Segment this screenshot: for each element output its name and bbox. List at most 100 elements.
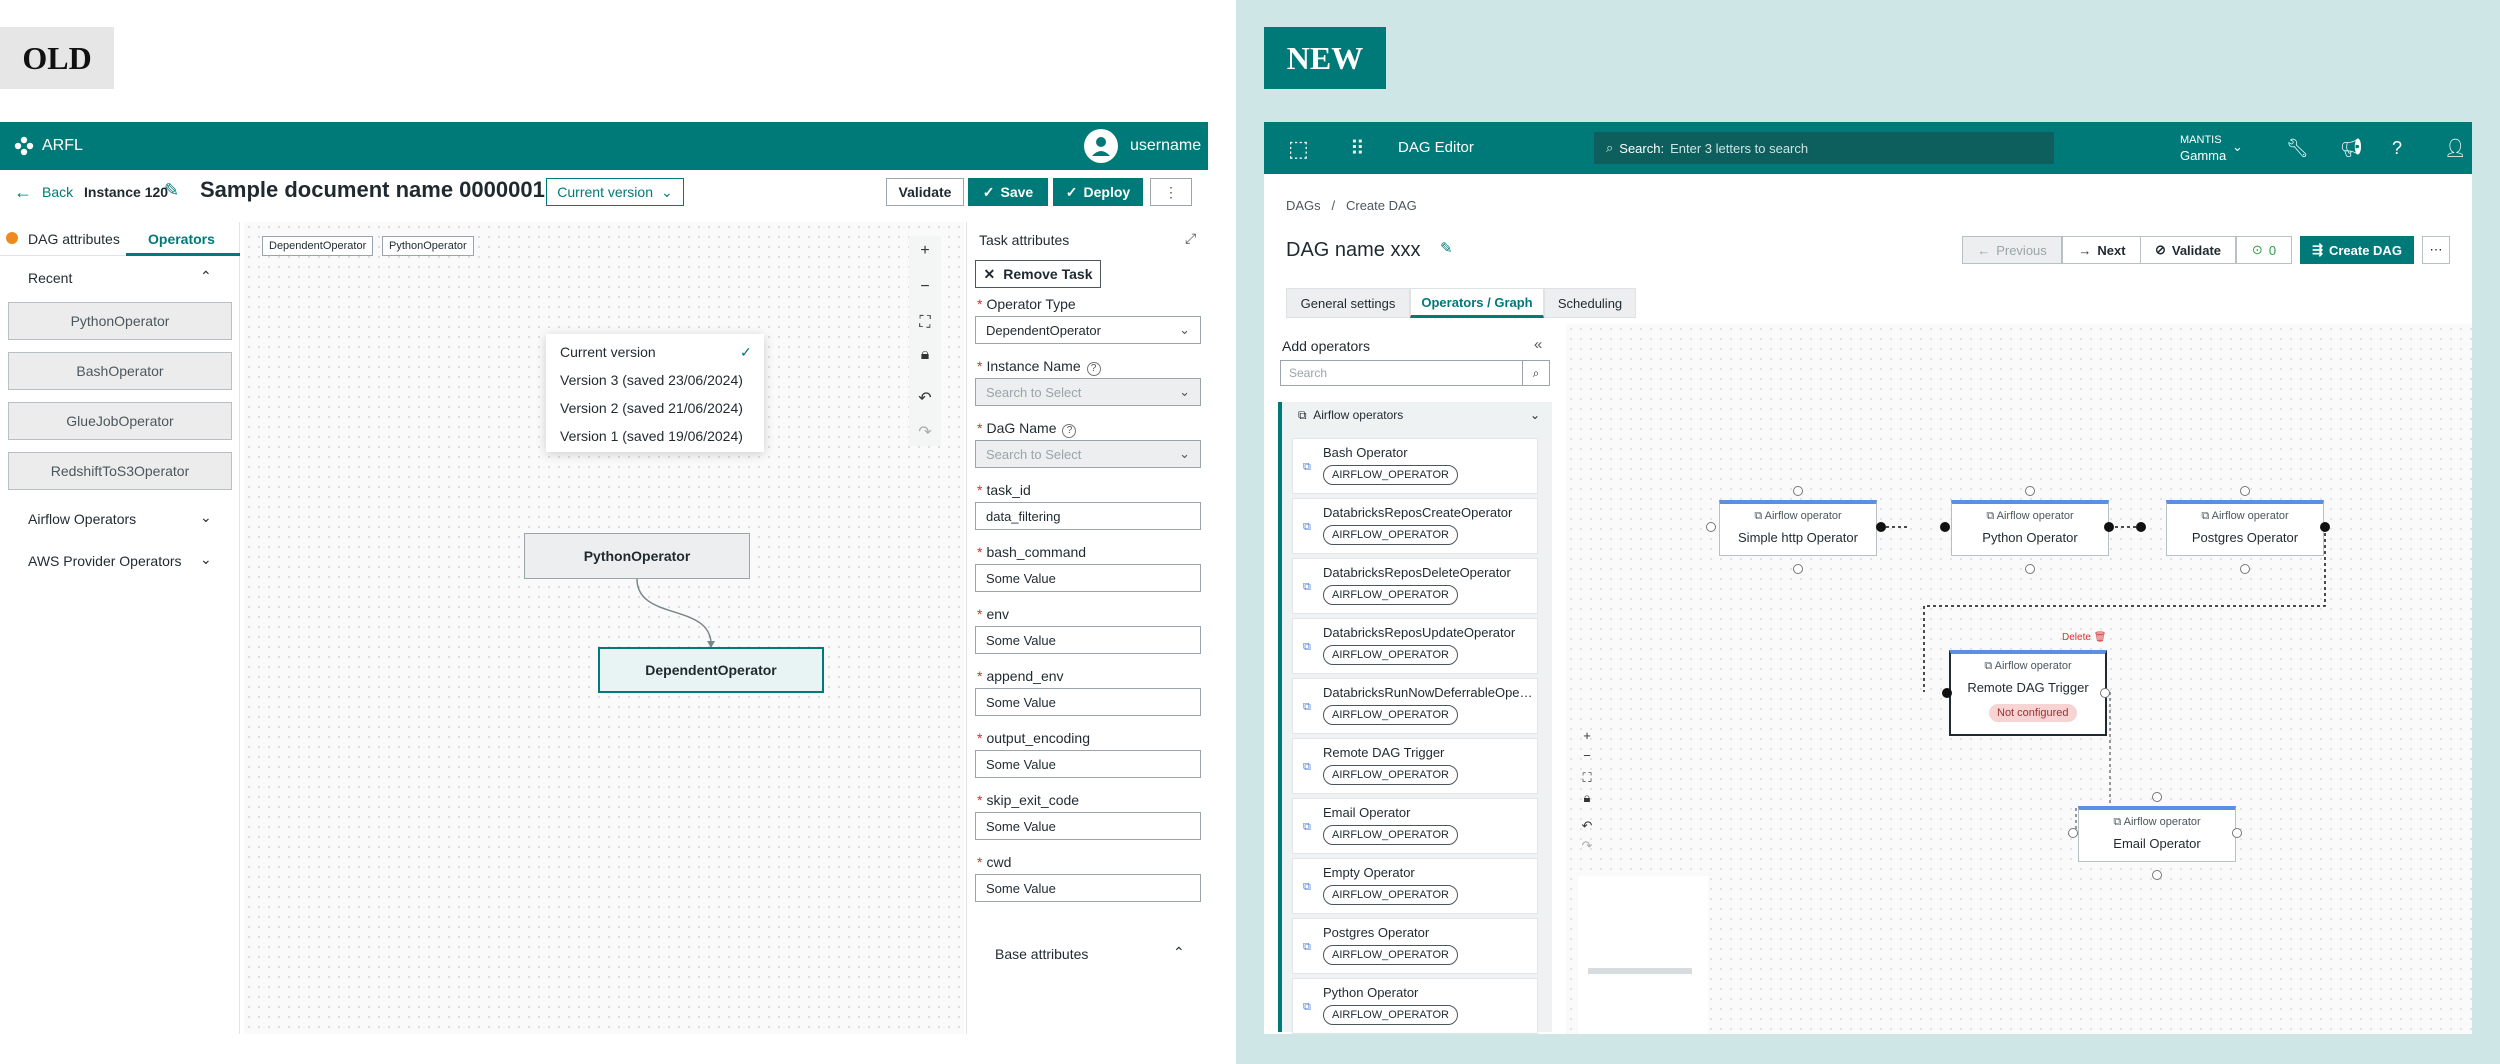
help-icon[interactable]: ? [2392, 138, 2402, 159]
dag-name-select[interactable]: Search to Select ⌄ [975, 440, 1201, 468]
chevron-down-icon[interactable]: ⌄ [200, 509, 212, 526]
aws-provider-operators-group[interactable]: AWS Provider Operators [28, 553, 182, 569]
node-handle[interactable] [2104, 522, 2114, 532]
tab-scheduling[interactable]: Scheduling [1544, 288, 1636, 318]
chevron-down-icon[interactable]: ⌄ [2232, 139, 2243, 155]
search-button[interactable]: ⌕ [1522, 360, 1550, 386]
append-env-input[interactable]: Some Value [975, 688, 1201, 716]
validate-button[interactable]: ⊘ Validate [2140, 236, 2236, 264]
username-label[interactable]: username [1130, 137, 1201, 155]
graph-node[interactable]: ⧉ Airflow operator Python Operator [1951, 500, 2109, 556]
node-handle[interactable] [1940, 522, 1950, 532]
tab-general-settings[interactable]: General settings [1286, 288, 1410, 318]
node-handle[interactable] [2100, 688, 2110, 698]
chevron-down-icon[interactable]: ⌄ [200, 551, 212, 568]
node-handle[interactable] [1706, 522, 1716, 532]
deploy-button[interactable]: ✓ Deploy [1053, 178, 1143, 206]
previous-button[interactable]: ← Previous [1962, 236, 2062, 264]
version-option[interactable]: Version 1 (saved 19/06/2024) [560, 428, 743, 444]
create-dag-button[interactable]: ⇶ Create DAG [2300, 236, 2414, 264]
operator-card[interactable]: ⧉ DatabricksReposCreateOperator AIRFLOW_OP… [1292, 498, 1538, 554]
version-option[interactable]: Version 3 (saved 23/06/2024) [560, 372, 743, 388]
operator-card[interactable]: ⧉ Postgres Operator AIRFLOW_OPERATOR [1292, 918, 1538, 974]
version-option[interactable]: Version 2 (saved 21/06/2024) [560, 400, 743, 416]
operator-card[interactable]: ⧉ Remote DAG Trigger AIRFLOW_OPERATOR [1292, 738, 1538, 794]
collapse-panel-icon[interactable]: « [1534, 336, 1542, 353]
new-graph-canvas[interactable]: + − ⛶ 🔒︎ ↶ ↷ ⧉ Airflow operator Simple h… [1566, 324, 2472, 1034]
save-button[interactable]: ✓ Save [968, 178, 1048, 206]
version-select[interactable]: Current version ⌄ [546, 178, 684, 206]
node-handle[interactable] [2136, 522, 2146, 532]
task-id-input[interactable]: data_filtering [975, 502, 1201, 530]
operator-card[interactable]: ⧉ DatabricksReposUpdateOperator AIRFLOW_OP… [1292, 618, 1538, 674]
chevron-down-icon[interactable]: ⌄ [1530, 408, 1540, 422]
operator-card[interactable]: ⧉ Empty Operator AIRFLOW_OPERATOR [1292, 858, 1538, 914]
operator-card[interactable]: ⧉ Bash Operator AIRFLOW_OPERATOR [1292, 438, 1538, 494]
next-button[interactable]: → Next [2062, 236, 2142, 264]
graph-node-selected[interactable]: ⧉ Airflow operator Remote DAG Trigger No… [1949, 650, 2107, 736]
node-handle[interactable] [2240, 486, 2250, 496]
graph-node[interactable]: ⧉ Airflow operator Simple http Operator [1719, 500, 1877, 556]
recent-operator-card[interactable]: RedshiftToS3Operator [8, 452, 232, 490]
operator-card[interactable]: ⧉ DatabricksRunNowDeferrableOperator AIRFL… [1292, 678, 1538, 734]
node-handle[interactable] [2152, 792, 2162, 802]
recent-section-header[interactable]: Recent [28, 270, 72, 286]
tab-operators-graph[interactable]: Operators / Graph [1410, 288, 1544, 318]
cwd-input[interactable]: Some Value [975, 874, 1201, 902]
node-handle[interactable] [1793, 486, 1803, 496]
skip-exit-code-input[interactable]: Some Value [975, 812, 1201, 840]
node-handle[interactable] [2025, 486, 2035, 496]
version-option[interactable]: Current version [560, 344, 656, 360]
graph-node-dependent[interactable]: DependentOperator [598, 647, 824, 693]
app-logo-icon[interactable]: ⬚ [1288, 136, 1309, 162]
recent-operator-card[interactable]: GlueJobOperator [8, 402, 232, 440]
output-encoding-input[interactable]: Some Value [975, 750, 1201, 778]
validate-button[interactable]: Validate [886, 178, 964, 206]
node-handle[interactable] [1942, 688, 1952, 698]
recent-operator-card[interactable]: PythonOperator [8, 302, 232, 340]
node-handle[interactable] [2068, 828, 2078, 838]
more-options-button[interactable]: ⋯ [2422, 236, 2450, 264]
expand-icon[interactable]: ⤢ [1185, 230, 1196, 247]
operator-card[interactable]: ⧉ Python Operator AIRFLOW_OPERATOR [1292, 978, 1538, 1034]
more-options-button[interactable]: ⋮ [1150, 178, 1192, 206]
validation-count-badge[interactable]: ⊙ 0 [2236, 236, 2292, 264]
recent-operator-card[interactable]: BashOperator [8, 352, 232, 390]
node-handle[interactable] [2232, 828, 2242, 838]
node-handle[interactable] [1793, 564, 1803, 574]
bash-command-input[interactable]: Some Value [975, 564, 1201, 592]
node-handle[interactable] [2152, 870, 2162, 880]
base-attributes-header[interactable]: Base attributes [995, 946, 1088, 962]
operator-card[interactable]: ⧉ Email Operator AIRFLOW_OPERATOR [1292, 798, 1538, 854]
global-search-input[interactable]: ⌕ Search: Enter 3 letters to search [1594, 132, 2054, 164]
operator-group-title[interactable]: ⧉ Airflow operators [1298, 408, 1403, 423]
announcements-icon[interactable]: 📢︎ [2340, 138, 2363, 159]
remove-task-button[interactable]: ✕ Remove Task [975, 260, 1101, 288]
operator-search-input[interactable]: Search [1280, 360, 1550, 386]
graph-node[interactable]: ⧉ Airflow operator Postgres Operator [2166, 500, 2324, 556]
back-link[interactable]: Back [42, 184, 73, 200]
tools-icon[interactable]: 🔧︎ [2286, 138, 2309, 159]
airflow-operators-group[interactable]: Airflow Operators [28, 511, 136, 527]
node-handle[interactable] [2025, 564, 2035, 574]
chevron-up-icon[interactable]: ⌃ [200, 268, 212, 285]
operator-type-select[interactable]: DependentOperator ⌄ [975, 316, 1201, 344]
arrow-left-icon[interactable]: ← [14, 182, 32, 203]
delete-node-link[interactable]: Delete 🗑︎ [2062, 632, 2106, 643]
user-icon[interactable]: 👤︎ [2444, 138, 2467, 159]
node-handle[interactable] [1876, 522, 1886, 532]
edit-pencil-icon[interactable]: ✎ [1440, 239, 1453, 257]
env-input[interactable]: Some Value [975, 626, 1201, 654]
breadcrumb-dags[interactable]: DAGs [1286, 198, 1321, 213]
edit-pencil-icon[interactable]: ✎ [164, 180, 179, 201]
chevron-up-icon[interactable]: ⌃ [1173, 944, 1185, 961]
instance-name-select[interactable]: Search to Select ⌄ [975, 378, 1201, 406]
tab-operators[interactable]: Operators [148, 231, 215, 247]
avatar[interactable] [1084, 129, 1118, 163]
org-switcher[interactable]: MANTIS Gamma [2180, 132, 2226, 164]
apps-grid-icon[interactable]: ⠿ [1350, 136, 1365, 161]
graph-node[interactable]: ⧉ Airflow operator Email Operator [2078, 806, 2236, 862]
node-handle[interactable] [2240, 564, 2250, 574]
node-handle[interactable] [2320, 522, 2330, 532]
tab-dag-attributes[interactable]: DAG attributes [28, 231, 120, 247]
